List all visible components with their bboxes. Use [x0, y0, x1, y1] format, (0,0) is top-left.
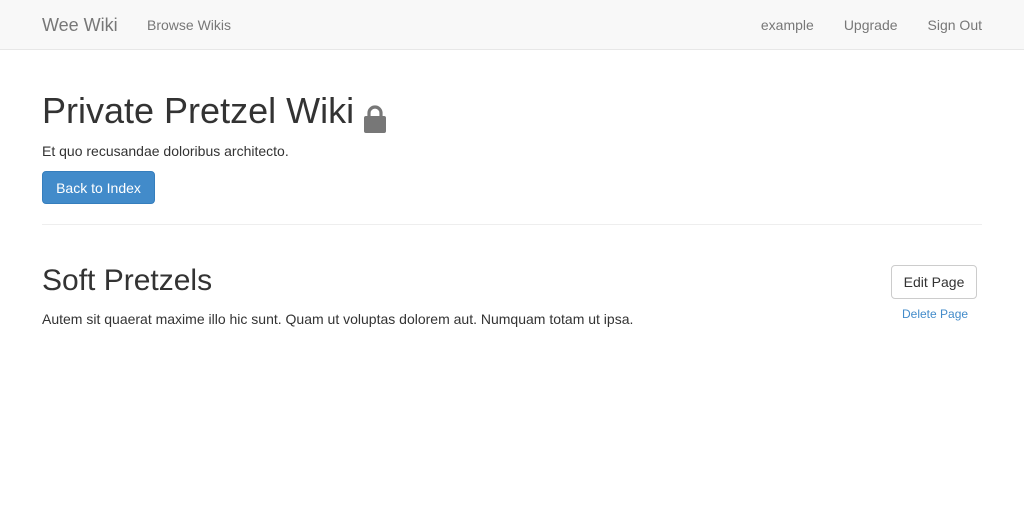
page-title: Soft Pretzels [42, 264, 213, 297]
back-to-index-button[interactable]: Back to Index [42, 171, 155, 204]
upgrade-link[interactable]: Upgrade [844, 17, 898, 33]
user-link[interactable]: example [761, 17, 814, 33]
edit-page-button[interactable]: Edit Page [891, 265, 977, 299]
navbar: Wee Wiki Browse Wikis example Upgrade Si… [0, 0, 1024, 50]
wiki-title-heading: Private Pretzel Wiki [42, 90, 387, 133]
section-divider [42, 224, 982, 225]
nav-right-menu: example Upgrade Sign Out [761, 17, 982, 33]
delete-page-link[interactable]: Delete Page [902, 306, 968, 322]
page-body-text: Autem sit quaerat maxime illo hic sunt. … [42, 311, 634, 327]
brand-link[interactable]: Wee Wiki [42, 14, 118, 36]
wiki-title: Private Pretzel Wiki [42, 90, 355, 131]
lock-icon [364, 100, 387, 133]
sign-out-link[interactable]: Sign Out [928, 17, 982, 33]
wiki-description: Et quo recusandae doloribus architecto. [42, 143, 289, 159]
browse-wikis-link[interactable]: Browse Wikis [147, 17, 231, 33]
